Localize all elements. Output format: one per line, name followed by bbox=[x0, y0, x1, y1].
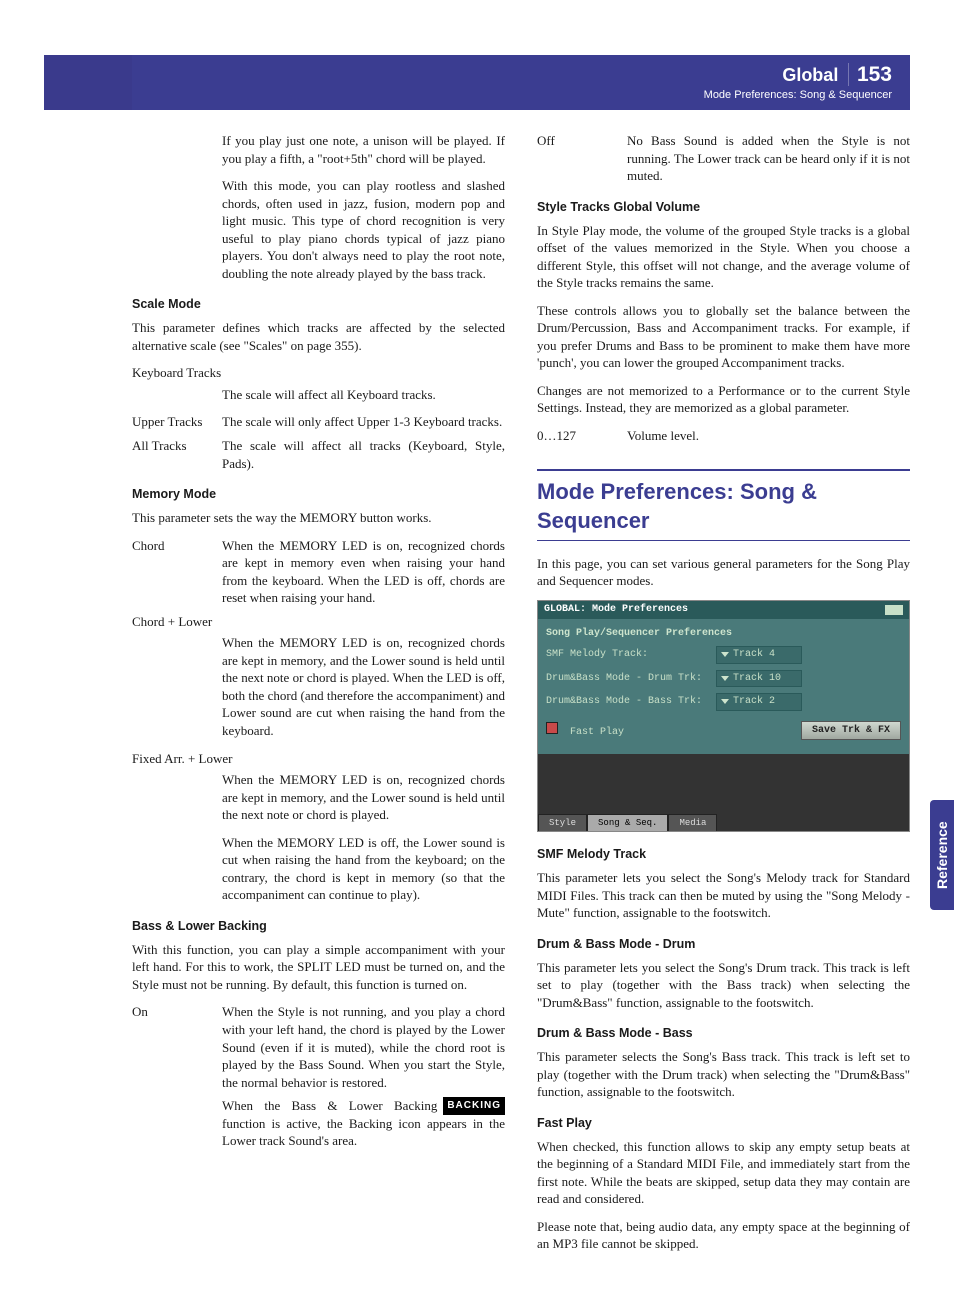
screenshot-tabs: Style Song & Seq. Media bbox=[538, 754, 909, 831]
chevron-down-icon bbox=[721, 652, 729, 657]
body-text: Volume level. bbox=[627, 427, 910, 445]
checkbox-fast-play[interactable]: Fast Play bbox=[546, 722, 624, 740]
header-title: Global bbox=[782, 65, 838, 85]
backing-badge-icon: BACKING bbox=[443, 1097, 505, 1115]
body-text: In Style Play mode, the volume of the gr… bbox=[537, 222, 910, 292]
body-text: These controls allows you to globally se… bbox=[537, 302, 910, 372]
term-off: Off bbox=[537, 132, 627, 185]
term-all-tracks: All Tracks bbox=[132, 437, 222, 472]
term-chord-lower: Chord + Lower bbox=[132, 613, 505, 631]
heading-bass-lower-backing: Bass & Lower Backing bbox=[132, 918, 505, 935]
screenshot-titlebar: GLOBAL: Mode Preferences bbox=[538, 601, 909, 619]
header-bar: Global 153 Mode Preferences: Song & Sequ… bbox=[132, 55, 910, 110]
right-column: Off No Bass Sound is added when the Styl… bbox=[537, 132, 910, 1263]
body-text: Changes are not memorized to a Performan… bbox=[537, 382, 910, 417]
screenshot-section-label: Song Play/Sequencer Preferences bbox=[546, 627, 901, 641]
ui-screenshot: GLOBAL: Mode Preferences Song Play/Seque… bbox=[537, 600, 910, 832]
tab-song-seq[interactable]: Song & Seq. bbox=[587, 814, 668, 831]
checkbox-icon bbox=[546, 722, 558, 734]
body-text: When the MEMORY LED is on, recognized ch… bbox=[222, 537, 505, 607]
dropdown-bass-trk[interactable]: Track 2 bbox=[716, 693, 802, 711]
heading-smf-melody-track: SMF Melody Track bbox=[537, 846, 910, 863]
body-text: When the MEMORY LED is off, the Lower so… bbox=[132, 834, 505, 904]
term-keyboard-tracks: Keyboard Tracks bbox=[132, 364, 505, 382]
heading-scale-mode: Scale Mode bbox=[132, 296, 505, 313]
term-fixed-arr-lower: Fixed Arr. + Lower bbox=[132, 750, 505, 768]
field-label: Drum&Bass Mode - Drum Trk: bbox=[546, 672, 716, 686]
page-header: Global 153 Mode Preferences: Song & Sequ… bbox=[0, 0, 954, 110]
body-text: This parameter lets you select the Song'… bbox=[537, 869, 910, 922]
field-label: SMF Melody Track: bbox=[546, 648, 716, 662]
body-text: If you play just one note, a unison will… bbox=[132, 132, 505, 167]
screenshot-title: GLOBAL: Mode Preferences bbox=[544, 603, 688, 617]
heading-db-drum: Drum & Bass Mode - Drum bbox=[537, 936, 910, 953]
body-text: The scale will affect all tracks (Keyboa… bbox=[222, 437, 505, 472]
heading-memory-mode: Memory Mode bbox=[132, 486, 505, 503]
section-heading: Mode Preferences: Song & Sequencer bbox=[537, 469, 910, 541]
term-upper-tracks: Upper Tracks bbox=[132, 413, 222, 431]
term-chord: Chord bbox=[132, 537, 222, 607]
term-on: On bbox=[132, 1003, 222, 1091]
body-text: This parameter sets the way the MEMORY b… bbox=[132, 509, 505, 527]
chevron-down-icon bbox=[721, 699, 729, 704]
body-text: With this mode, you can play rootless an… bbox=[132, 177, 505, 282]
body-text: The scale will only affect Upper 1-3 Key… bbox=[222, 413, 505, 431]
heading-style-tracks-global-volume: Style Tracks Global Volume bbox=[537, 199, 910, 216]
body-text: This parameter lets you select the Song'… bbox=[537, 959, 910, 1012]
menu-icon bbox=[885, 605, 903, 615]
body-text: In this page, you can set various genera… bbox=[537, 555, 910, 590]
dropdown-smf-melody[interactable]: Track 4 bbox=[716, 646, 802, 664]
save-trk-fx-button[interactable]: Save Trk & FX bbox=[801, 721, 901, 741]
chevron-down-icon bbox=[721, 676, 729, 681]
tab-media[interactable]: Media bbox=[668, 814, 717, 831]
body-text: This parameter selects the Song's Bass t… bbox=[537, 1048, 910, 1101]
body-text: BACKING When the Bass & Lower Backing fu… bbox=[132, 1097, 505, 1150]
body-text: When the MEMORY LED is on, recognized ch… bbox=[132, 634, 505, 739]
tab-style[interactable]: Style bbox=[538, 814, 587, 831]
page-number: 153 bbox=[848, 63, 892, 86]
body-text: The scale will affect all Keyboard track… bbox=[132, 386, 505, 404]
body-text: When checked, this function allows to sk… bbox=[537, 1138, 910, 1208]
body-text: This parameter defines which tracks are … bbox=[132, 319, 505, 354]
body-text: With this function, you can play a simpl… bbox=[132, 941, 505, 994]
body-text: No Bass Sound is added when the Style is… bbox=[627, 132, 910, 185]
heading-db-bass: Drum & Bass Mode - Bass bbox=[537, 1025, 910, 1042]
heading-fast-play: Fast Play bbox=[537, 1115, 910, 1132]
term-volume-range: 0…127 bbox=[537, 427, 627, 445]
body-text: When the Style is not running, and you p… bbox=[222, 1003, 505, 1091]
dropdown-drum-trk[interactable]: Track 10 bbox=[716, 670, 802, 688]
body-text: When the MEMORY LED is on, recognized ch… bbox=[132, 771, 505, 824]
header-accent bbox=[44, 55, 132, 110]
field-label: Drum&Bass Mode - Bass Trk: bbox=[546, 695, 716, 709]
body-text: Please note that, being audio data, any … bbox=[537, 1218, 910, 1253]
left-column: If you play just one note, a unison will… bbox=[44, 132, 505, 1263]
side-tab-reference: Reference bbox=[930, 800, 954, 910]
header-subtitle: Mode Preferences: Song & Sequencer bbox=[132, 89, 892, 101]
